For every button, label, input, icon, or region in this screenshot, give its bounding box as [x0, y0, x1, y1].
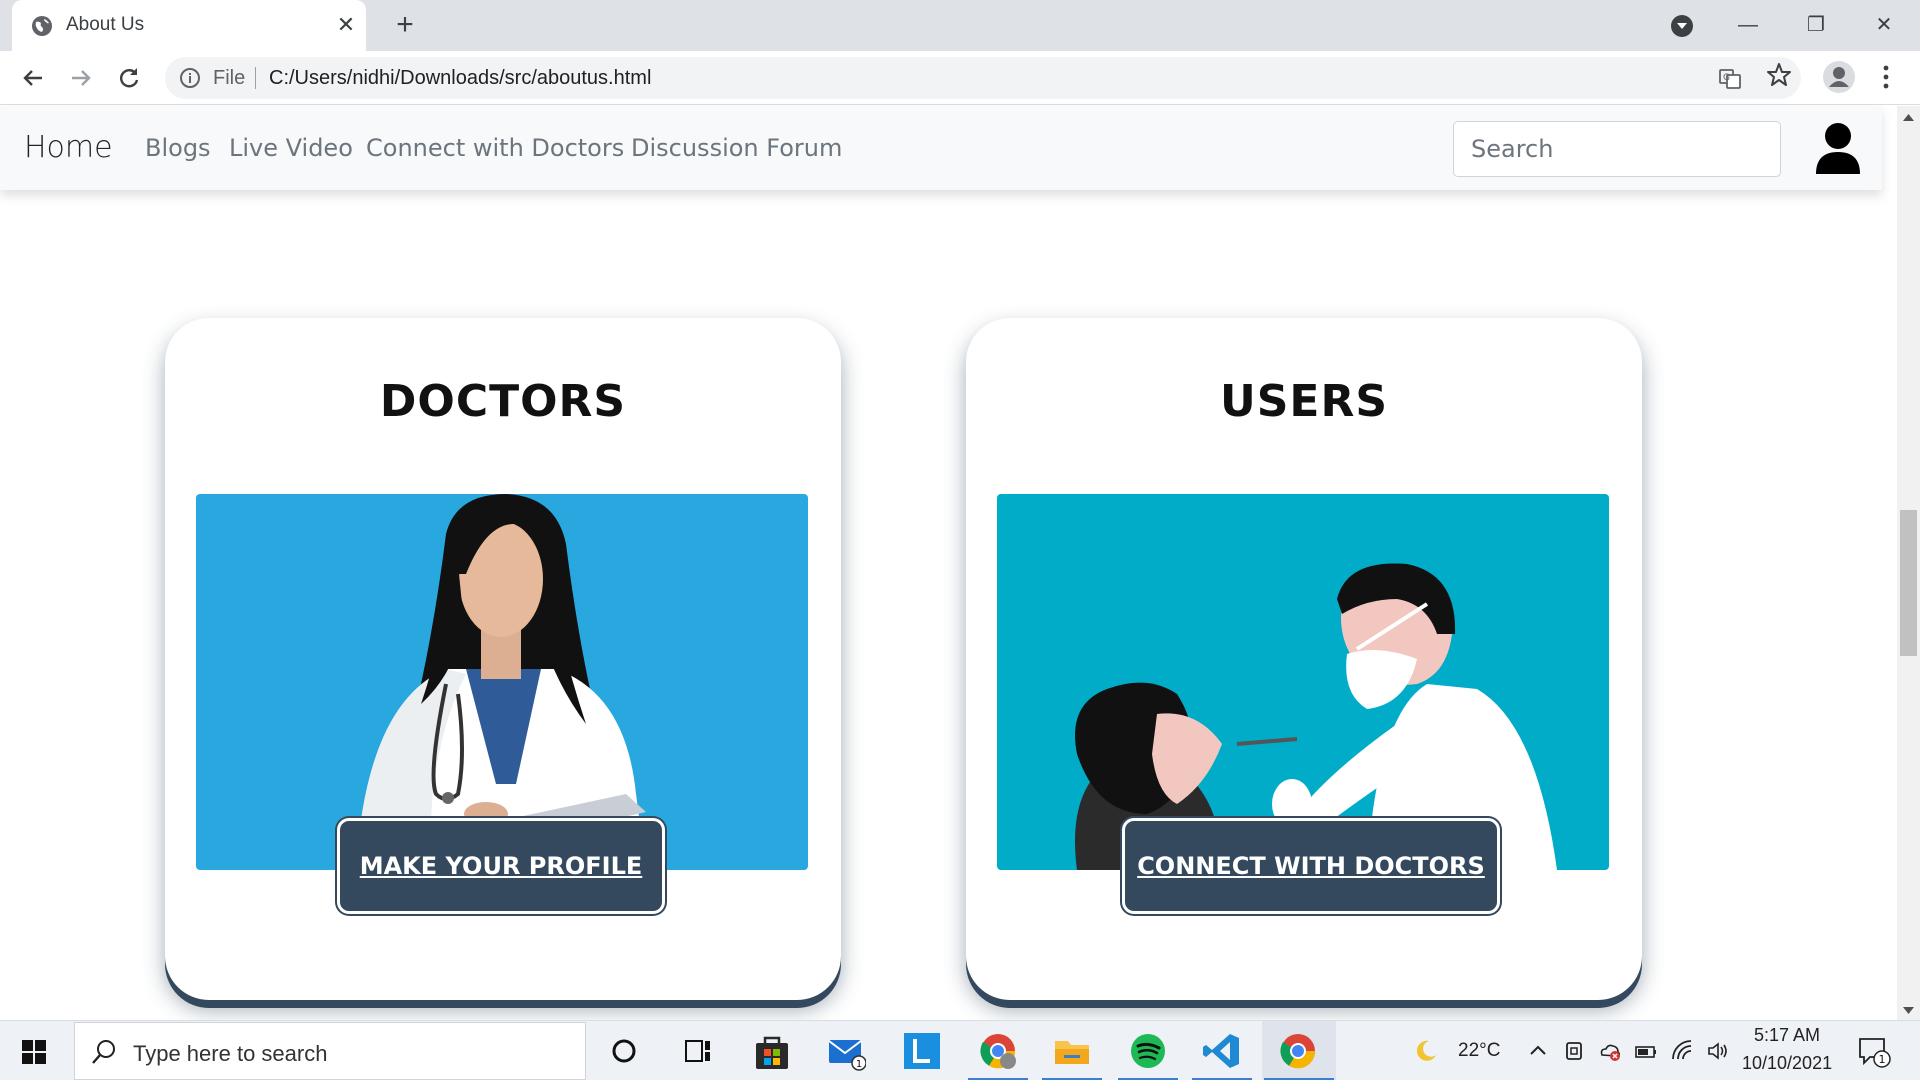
- mail-badge: 1: [856, 1059, 862, 1070]
- globe-icon: [32, 16, 52, 36]
- scroll-up-arrow-icon[interactable]: [1903, 114, 1914, 121]
- chrome-profile-icon[interactable]: [978, 1031, 1018, 1071]
- browser-tab[interactable]: About Us ✕: [12, 0, 366, 51]
- vscode-icon[interactable]: [1202, 1031, 1242, 1071]
- address-url[interactable]: C:/Users/nidhi/Downloads/src/aboutus.htm…: [269, 67, 651, 90]
- clock-time[interactable]: 5:17 AM: [1754, 1025, 1820, 1046]
- minimize-button[interactable]: —: [1728, 10, 1768, 40]
- card-title-doctors: DOCTORS: [379, 376, 627, 427]
- doctor-illustration: [196, 494, 808, 870]
- tab-title: About Us: [66, 14, 145, 35]
- weather-temperature[interactable]: 22°C: [1458, 1040, 1500, 1062]
- nav-link-live-video[interactable]: Live Video: [229, 134, 353, 162]
- l-app-icon[interactable]: [902, 1031, 942, 1071]
- taskbar-search-box[interactable]: Type here to search: [74, 1022, 586, 1080]
- onedrive-error-icon[interactable]: [1598, 1039, 1622, 1063]
- notification-badge: 1: [1879, 1053, 1886, 1066]
- users-card: USERS CONNECT WITH DOCTORS: [966, 318, 1642, 1000]
- battery-icon[interactable]: [1634, 1039, 1658, 1063]
- taskbar-search-placeholder: Type here to search: [133, 1041, 328, 1066]
- mail-icon[interactable]: 1: [826, 1031, 866, 1071]
- windows-start-icon[interactable]: [22, 1040, 46, 1064]
- svg-text:G: G: [1723, 73, 1730, 83]
- scroll-down-arrow-icon[interactable]: [1903, 1007, 1914, 1014]
- vertical-scrollbar[interactable]: [1897, 106, 1920, 1020]
- address-scheme: File: [213, 67, 246, 89]
- close-window-button[interactable]: ✕: [1864, 10, 1904, 40]
- make-your-profile-button[interactable]: MAKE YOUR PROFILE: [337, 818, 665, 914]
- doctors-card: DOCTORS MAKE YOUR PROFILE: [165, 318, 841, 1000]
- store-icon[interactable]: [752, 1031, 792, 1071]
- user-account-icon[interactable]: [1814, 122, 1862, 176]
- task-view-icon[interactable]: [678, 1031, 718, 1071]
- translate-icon[interactable]: G: [1718, 67, 1742, 91]
- new-tab-button[interactable]: +: [390, 10, 420, 40]
- address-bar[interactable]: File C:/Users/nidhi/Downloads/src/aboutu…: [165, 57, 1801, 99]
- profile-avatar-icon[interactable]: [1823, 61, 1855, 93]
- search-icon: [92, 1040, 115, 1064]
- dentist-illustration: [997, 494, 1609, 870]
- chevron-up-icon[interactable]: [1526, 1039, 1550, 1063]
- windows-taskbar: Type here to search 1 22°C 5:17 AM 10/10…: [0, 1020, 1920, 1080]
- reload-icon[interactable]: [114, 63, 144, 93]
- notification-center-icon[interactable]: 1: [1858, 1035, 1892, 1069]
- tab-search-icon[interactable]: [1671, 15, 1693, 37]
- site-navbar: Home Blogs Live Video Connect with Docto…: [0, 106, 1882, 190]
- nav-link-discussion-forum[interactable]: Discussion Forum: [631, 134, 842, 162]
- wifi-icon[interactable]: [1670, 1039, 1694, 1063]
- card-title-users: USERS: [1219, 376, 1389, 427]
- connect-with-doctors-button[interactable]: CONNECT WITH DOCTORS: [1122, 818, 1500, 914]
- search-input[interactable]: [1453, 121, 1781, 177]
- menu-kebab-icon[interactable]: [1878, 62, 1894, 92]
- nav-link-connect-with-doctors[interactable]: Connect with Doctors: [366, 134, 624, 162]
- moon-weather-icon[interactable]: [1414, 1039, 1438, 1063]
- home-brand-link[interactable]: Home: [24, 130, 113, 165]
- forward-arrow-icon[interactable]: [66, 63, 96, 93]
- browser-toolbar: File C:/Users/nidhi/Downloads/src/aboutu…: [0, 51, 1920, 105]
- meet-now-icon[interactable]: [1562, 1039, 1586, 1063]
- chrome-icon[interactable]: [1278, 1031, 1318, 1071]
- tab-close-icon[interactable]: ✕: [334, 12, 358, 38]
- back-arrow-icon[interactable]: [18, 63, 48, 93]
- scrollbar-thumb[interactable]: [1900, 510, 1917, 656]
- nav-link-blogs[interactable]: Blogs: [145, 134, 211, 162]
- clock-date[interactable]: 10/10/2021: [1742, 1053, 1832, 1074]
- tab-strip: About Us ✕ + — ❐ ✕: [0, 0, 1920, 51]
- file-explorer-icon[interactable]: [1052, 1031, 1092, 1071]
- restore-button[interactable]: ❐: [1796, 10, 1836, 40]
- bookmark-star-icon[interactable]: [1766, 62, 1792, 88]
- volume-icon[interactable]: [1706, 1039, 1730, 1063]
- cortana-icon[interactable]: [604, 1031, 644, 1071]
- info-icon[interactable]: [179, 67, 201, 89]
- spotify-icon[interactable]: [1128, 1031, 1168, 1071]
- address-separator: [255, 67, 256, 89]
